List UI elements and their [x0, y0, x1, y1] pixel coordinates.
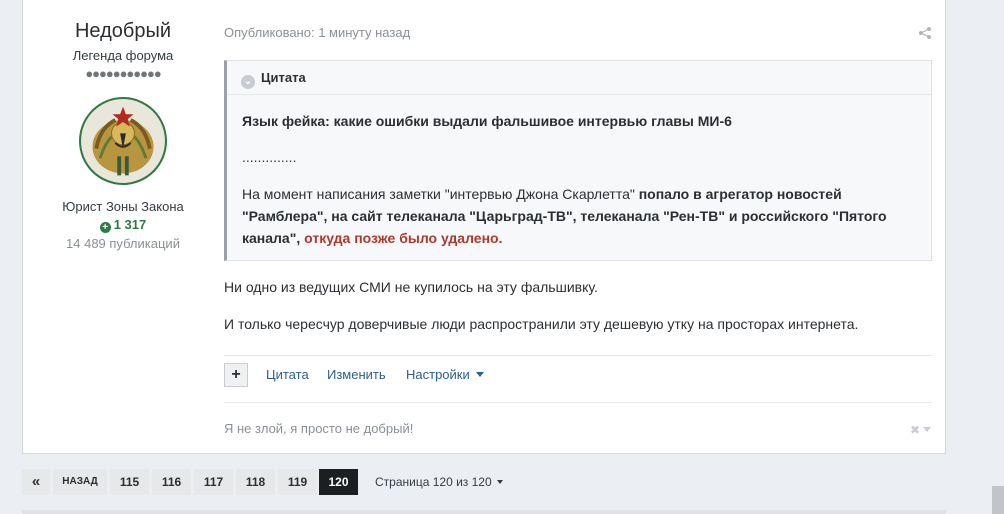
page-link[interactable]: 119 [278, 469, 317, 495]
quote-header-label: Цитата [261, 70, 306, 85]
settings-menu[interactable]: Настройки [406, 367, 484, 382]
post-paragraph: Ни одно из ведущих СМИ не купилось на эт… [224, 279, 598, 295]
divider [224, 402, 932, 403]
caret-down-icon [923, 427, 931, 432]
signature-options[interactable]: ✖ [910, 423, 931, 437]
page-jump[interactable]: Страница 120 из 120 [375, 475, 503, 489]
post-date[interactable]: Опубликовано: 1 минуту назад [224, 25, 410, 40]
forum-post: Недобрый Легенда форума ●●●●●●●●●●● Юрис… [22, 0, 946, 454]
page-link[interactable]: 115 [110, 469, 149, 495]
quote-body: На момент написания заметки "интервью Дж… [242, 183, 922, 249]
page-link[interactable]: 117 [194, 469, 233, 495]
caret-down-icon [475, 372, 484, 377]
page-link[interactable]: 116 [152, 469, 191, 495]
quote-ellipsis: .............. [242, 149, 297, 165]
author-name[interactable]: Недобрый [23, 20, 223, 43]
post-count: 14 489 публикаций [66, 236, 180, 251]
edit-button[interactable]: Изменить [327, 367, 386, 382]
close-icon[interactable]: ✖ [910, 423, 920, 437]
page-info: Страница 120 из 120 [375, 475, 492, 489]
share-icon[interactable] [919, 27, 931, 39]
prev-page-button[interactable]: НАЗАД [53, 469, 107, 495]
member-group: Юрист Зоны Закона [62, 199, 184, 214]
reputation-value: 1 317 [113, 217, 147, 232]
current-page[interactable]: 120 [319, 469, 358, 495]
chevron-down-icon[interactable]: ⌄ [241, 75, 255, 89]
settings-label: Настройки [406, 367, 470, 382]
divider [224, 355, 932, 356]
naval-emblem-icon [81, 99, 165, 183]
rank-pips: ●●●●●●●●●●● [85, 66, 161, 81]
quote-header[interactable]: ⌄ Цитата [227, 61, 931, 95]
caret-down-icon [496, 480, 503, 484]
quote-button[interactable]: Цитата [266, 367, 309, 382]
quote-body-plain: На момент написания заметки "интервью Дж… [242, 186, 639, 202]
plus-circle-icon: + [99, 222, 111, 233]
quote-block: ⌄ Цитата Язык фейка: какие ошибки выдали … [224, 60, 932, 261]
scrollbar[interactable] [992, 486, 1004, 514]
quote-title: Язык фейка: какие ошибки выдали фальшиво… [242, 113, 732, 129]
avatar[interactable] [79, 97, 167, 185]
reputation-badge[interactable]: +1 317 [23, 217, 223, 233]
signature: Я не злой, я просто не добрый! [224, 421, 414, 436]
first-page-button[interactable]: « [22, 469, 50, 495]
page-link[interactable]: 118 [236, 469, 275, 495]
quote-body-red: откуда позже было удалено. [304, 230, 503, 246]
author-rank-title: Легенда форума [72, 48, 174, 63]
post-paragraph: И только чересчур доверчивые люди распро… [224, 316, 859, 332]
multiquote-button[interactable]: + [224, 363, 248, 387]
divider [22, 510, 946, 514]
